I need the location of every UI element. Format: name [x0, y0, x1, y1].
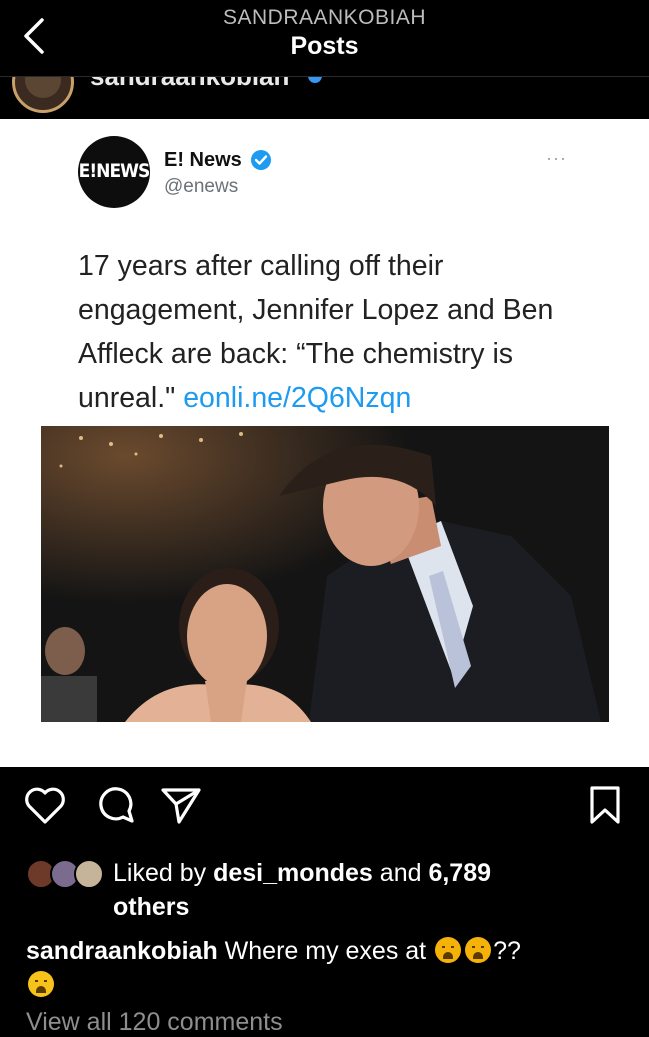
verified-badge-icon: [308, 77, 322, 83]
post-caption: sandraankobiah Where my exes at ??: [26, 934, 626, 1002]
likes-text: Liked by desi_mondes and 6,789 others: [113, 856, 613, 924]
tweet-link: eonli.ne/2Q6Nzqn: [183, 382, 412, 414]
tweet-author-handle: @enews: [164, 176, 239, 197]
post-author-username[interactable]: sandraankobiah: [90, 77, 289, 92]
page-title: Posts: [290, 32, 359, 60]
likes-others[interactable]: others: [113, 893, 189, 921]
top-nav-bar: SANDRAANKOBIAH Posts: [0, 0, 649, 77]
weary-face-icon: [435, 937, 462, 963]
tweet-photo: [41, 426, 609, 722]
post-actions-bar: [0, 780, 649, 840]
caption-punctuation: ??: [493, 937, 521, 965]
liker-username[interactable]: desi_mondes: [213, 859, 373, 887]
heart-icon[interactable]: [20, 780, 70, 830]
caption-text: Where my exes at: [217, 937, 434, 965]
likes-count[interactable]: 6,789: [428, 859, 491, 887]
profile-username: SANDRAANKOBIAH: [222, 6, 427, 29]
tweet-avatar-logo: E!NEWS: [78, 160, 151, 182]
verified-badge-icon: [251, 150, 271, 170]
caption-username[interactable]: sandraankobiah: [26, 937, 218, 965]
avatar[interactable]: [12, 77, 74, 113]
tweet-text: 17 years after calling off their engagem…: [78, 244, 598, 420]
likes-and: and: [372, 859, 429, 887]
comment-icon[interactable]: [90, 780, 140, 830]
weary-face-icon: [465, 937, 492, 963]
avatar: [74, 859, 104, 889]
post-header: sandraankobiah: [0, 77, 649, 119]
liker-avatars: [26, 859, 106, 889]
tweet-avatar: E!NEWS: [78, 136, 150, 208]
likes-prefix: Liked by: [113, 859, 214, 887]
more-options-icon: ···: [546, 148, 567, 168]
bookmark-icon[interactable]: [580, 780, 630, 830]
view-all-comments-link[interactable]: View all 120 comments: [26, 1008, 283, 1037]
send-icon[interactable]: [155, 780, 205, 830]
tweet-author-name: E! News: [164, 149, 242, 171]
tears-of-joy-icon: [28, 971, 54, 997]
